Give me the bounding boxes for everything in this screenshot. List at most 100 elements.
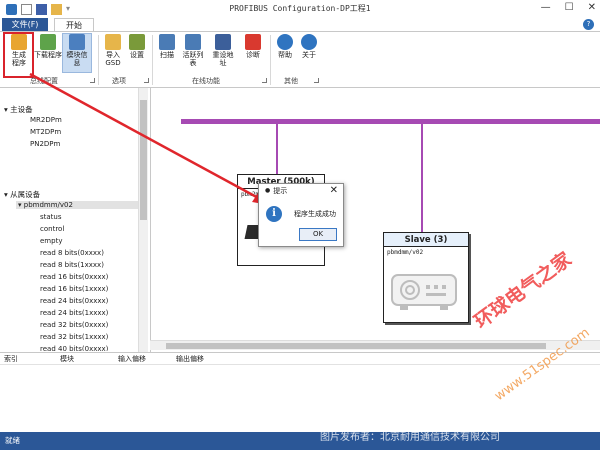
ribbon: 生成 程序 下载程序 模块信息 总线配置 导入 GSD 设置 选项 扫描 活跃列…	[0, 32, 600, 88]
tree-slave-item[interactable]: empty	[40, 237, 62, 245]
tree-slave-device[interactable]: ▾ pbmdmm/v02	[16, 201, 138, 209]
import-gsd-label: 导入 GSD	[105, 51, 121, 67]
scan-label: 扫描	[160, 51, 174, 59]
slave-section[interactable]: ▾ 从属设备	[4, 189, 40, 200]
import-gsd-button[interactable]: 导入 GSD	[100, 34, 126, 67]
new-file-icon[interactable]	[21, 3, 32, 15]
title-bar: ▾ PROFIBUS Configuration-DP工程1 — ☐ ✕	[0, 0, 600, 18]
live-list-button[interactable]: 活跃列表	[180, 34, 206, 67]
group-online: 在线功能	[192, 77, 220, 85]
tree-slave-item[interactable]: read 24 bits(0xxxx)	[40, 297, 108, 305]
tree-master-item[interactable]: PN2DPm	[30, 140, 60, 148]
canvas-scroll-thumb[interactable]	[166, 343, 546, 349]
window-controls: — ☐ ✕	[541, 2, 596, 13]
profibus-line	[181, 119, 600, 124]
live-list-label: 活跃列表	[182, 51, 204, 67]
diagnose-button[interactable]: 诊断	[240, 34, 266, 59]
minimize-button[interactable]: —	[541, 2, 551, 13]
online-launcher-icon[interactable]	[262, 78, 267, 83]
tree-slave-item[interactable]: read 16 bits(1xxxx)	[40, 285, 108, 293]
about-label: 关于	[302, 51, 316, 59]
ribbon-tabs: 文件(F) 开始(H) ?	[0, 18, 600, 43]
message-dialog: ● 提示 ✕ i 程序生成成功 OK	[258, 183, 344, 247]
qat-dropdown-icon[interactable]: ▾	[66, 4, 74, 15]
settings-label: 设置	[130, 51, 144, 59]
tree-slave-item[interactable]: read 16 bits(0xxxx)	[40, 273, 108, 281]
tree-slave-item[interactable]: read 24 bits(1xxxx)	[40, 309, 108, 317]
dialog-title: 提示	[273, 187, 288, 195]
module-info-label: 模块信息	[66, 51, 88, 67]
tree-slave-item[interactable]: control	[40, 225, 64, 233]
quick-access-toolbar: ▾	[0, 3, 74, 15]
generate-highlight-box	[3, 32, 34, 78]
other-launcher-icon[interactable]	[314, 78, 319, 83]
column-header[interactable]: 索引	[0, 353, 60, 364]
download-program-icon	[40, 34, 56, 50]
slave-device-node[interactable]: Slave (3) pbmdmm/v02	[383, 232, 469, 323]
options-launcher-icon[interactable]	[144, 78, 149, 83]
tab-file[interactable]: 文件(F)	[2, 18, 48, 31]
dialog-message: 程序生成成功	[294, 210, 336, 218]
tree-slave-item[interactable]: read 32 bits(1xxxx)	[40, 333, 108, 341]
download-program-button[interactable]: 下载程序	[34, 34, 62, 59]
column-header[interactable]: 输出偏移	[176, 353, 246, 364]
help-label: 帮助	[278, 51, 292, 59]
canvas-scrollbar[interactable]	[150, 340, 600, 350]
group-separator	[98, 35, 99, 85]
slave-module-icon	[391, 274, 457, 310]
tree-slave-item[interactable]: read 40 bits(0xxxx)	[40, 345, 108, 351]
slave-title: Slave (3)	[384, 233, 468, 247]
group-separator	[152, 35, 153, 85]
slave-device-label: pbmdmm/v02	[23, 201, 73, 209]
live-list-icon	[185, 34, 201, 50]
open-folder-icon[interactable]	[51, 3, 62, 15]
info-icon: i	[266, 206, 282, 222]
network-canvas[interactable]: Master (500k) pbm2m Slave (3) pbmdmm/v02	[150, 88, 600, 352]
group-options: 选项	[112, 77, 126, 85]
dialog-ok-button[interactable]: OK	[299, 228, 337, 241]
group-separator	[270, 35, 271, 85]
diagnose-icon	[245, 34, 261, 50]
about-info-icon	[301, 34, 317, 50]
module-info-button[interactable]: 模块信息	[64, 34, 90, 67]
about-button[interactable]: 关于	[296, 34, 322, 59]
reset-address-icon	[215, 34, 231, 50]
tree-scroll-thumb[interactable]	[140, 100, 147, 220]
tree-master-item[interactable]: MT2DPm	[30, 128, 61, 136]
dialog-app-icon: ●	[265, 187, 271, 194]
master-header: 主设备	[10, 105, 33, 114]
download-program-label: 下载程序	[34, 51, 62, 59]
group-bus-config: 总线配置	[30, 77, 58, 85]
tab-start[interactable]: 开始(H)	[54, 18, 94, 43]
maximize-button[interactable]: ☐	[565, 2, 574, 13]
scan-button[interactable]: 扫描	[154, 34, 180, 59]
device-tree-panel: ▾ 主设备 MR2DPm MT2DPm PN2DPm ▾ 从属设备 ▾ pbmd…	[0, 88, 148, 352]
master-section[interactable]: ▾ 主设备	[4, 104, 33, 115]
tree-slave-item[interactable]: read 32 bits(0xxxx)	[40, 321, 108, 329]
collapse-arrow-icon[interactable]: ▾	[4, 105, 8, 114]
slave-header: 从属设备	[10, 190, 41, 199]
import-gsd-icon	[105, 34, 121, 50]
bus-config-launcher-icon[interactable]	[90, 78, 95, 83]
reset-address-label: 重设地址	[212, 51, 234, 67]
table-header: 索引 模块 输入偏移 输出偏移	[0, 353, 600, 365]
dialog-close-button[interactable]: ✕	[330, 184, 338, 198]
close-button[interactable]: ✕	[588, 2, 596, 13]
window-title: PROFIBUS Configuration-DP工程1	[229, 4, 371, 13]
status-bar: 就绪	[0, 432, 600, 450]
settings-button[interactable]: 设置	[124, 34, 150, 59]
reset-address-button[interactable]: 重设地址	[210, 34, 236, 67]
column-header[interactable]: 输入偏移	[118, 353, 176, 364]
save-icon[interactable]	[36, 3, 47, 15]
help-icon	[277, 34, 293, 50]
help-question-icon[interactable]: ?	[583, 19, 594, 30]
diagnose-label: 诊断	[246, 51, 260, 59]
column-header[interactable]: 模块	[60, 353, 118, 364]
tree-slave-item[interactable]: status	[40, 213, 62, 221]
collapse-arrow-icon[interactable]: ▾	[4, 190, 8, 199]
tree-slave-item[interactable]: read 8 bits(1xxxx)	[40, 261, 104, 269]
tree-scrollbar[interactable]	[138, 88, 148, 352]
tree-slave-item[interactable]: read 8 bits(0xxxx)	[40, 249, 104, 257]
tree-master-item[interactable]: MR2DPm	[30, 116, 62, 124]
help-button[interactable]: 帮助	[272, 34, 298, 59]
